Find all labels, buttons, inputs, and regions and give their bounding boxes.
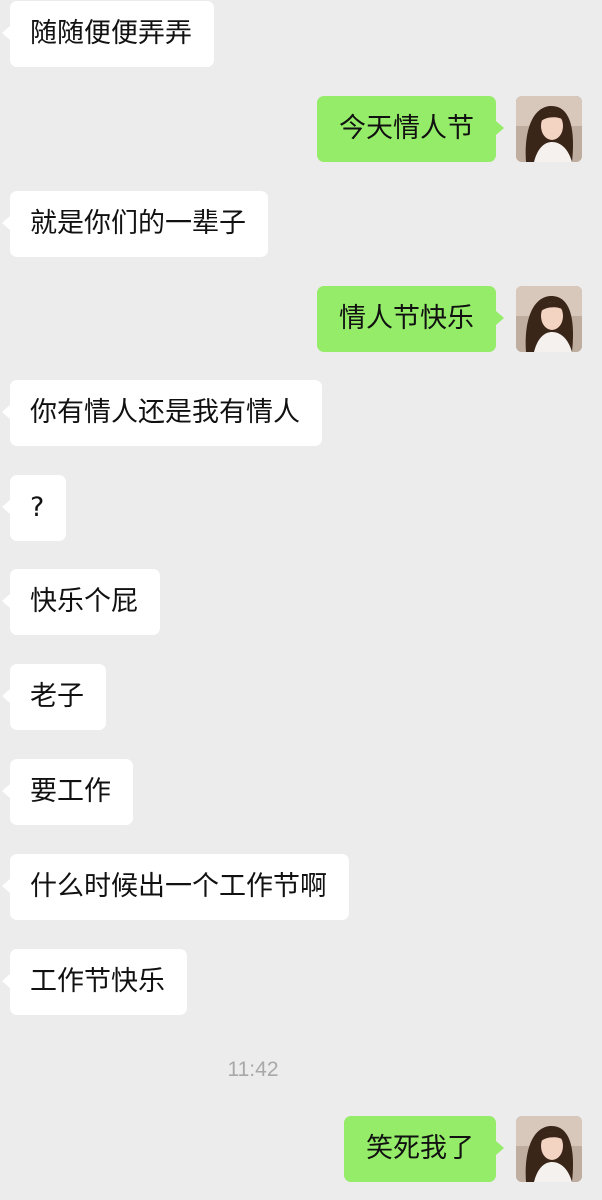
message-text: 随随便便弄弄 <box>30 18 192 49</box>
outgoing-message-bubble[interactable]: 笑死我了 <box>344 1116 504 1182</box>
avatar-photo-icon[interactable] <box>516 96 582 162</box>
avatar-photo-icon[interactable] <box>516 286 582 352</box>
message-text: 笑死我了 <box>366 1133 474 1164</box>
incoming-message-bubble[interactable]: 随随便便弄弄 <box>2 1 214 67</box>
incoming-message-bubble[interactable]: 什么时候出一个工作节啊 <box>2 854 349 920</box>
outgoing-message-bubble[interactable]: 情人节快乐 <box>317 286 504 352</box>
incoming-message-bubble[interactable]: 要工作 <box>2 759 133 825</box>
incoming-message-bubble[interactable]: 老子 <box>2 664 106 730</box>
avatar-photo-icon[interactable] <box>516 1116 582 1182</box>
message-text: 就是你们的一辈子 <box>30 208 246 239</box>
message-text: ? <box>30 492 45 523</box>
incoming-message-bubble[interactable]: 快乐个屁 <box>2 569 160 635</box>
incoming-message-bubble[interactable]: ? <box>1 475 67 541</box>
avatar-image <box>516 1116 582 1182</box>
avatar-image <box>516 96 582 162</box>
message-timestamp: 11:42 <box>227 1058 279 1081</box>
incoming-message-bubble[interactable]: 就是你们的一辈子 <box>2 191 268 257</box>
chat-message-list[interactable]: 随随便便弄弄 今天情人节 就是你们的一辈子 情人节快乐 你有情人还是我有情人 ?… <box>0 0 602 1200</box>
incoming-message-bubble[interactable]: 工作节快乐 <box>2 949 187 1015</box>
message-text: 你有情人还是我有情人 <box>30 397 300 428</box>
message-text: 什么时候出一个工作节啊 <box>30 871 327 902</box>
message-text: 工作节快乐 <box>30 966 165 997</box>
message-text: 情人节快乐 <box>339 303 474 334</box>
incoming-message-bubble[interactable]: 你有情人还是我有情人 <box>2 380 322 446</box>
message-text: 要工作 <box>30 776 111 807</box>
message-text: 快乐个屁 <box>30 586 138 617</box>
avatar-image <box>516 286 582 352</box>
message-text: 老子 <box>30 681 84 712</box>
message-text: 今天情人节 <box>339 113 474 144</box>
outgoing-message-bubble[interactable]: 今天情人节 <box>317 96 504 162</box>
